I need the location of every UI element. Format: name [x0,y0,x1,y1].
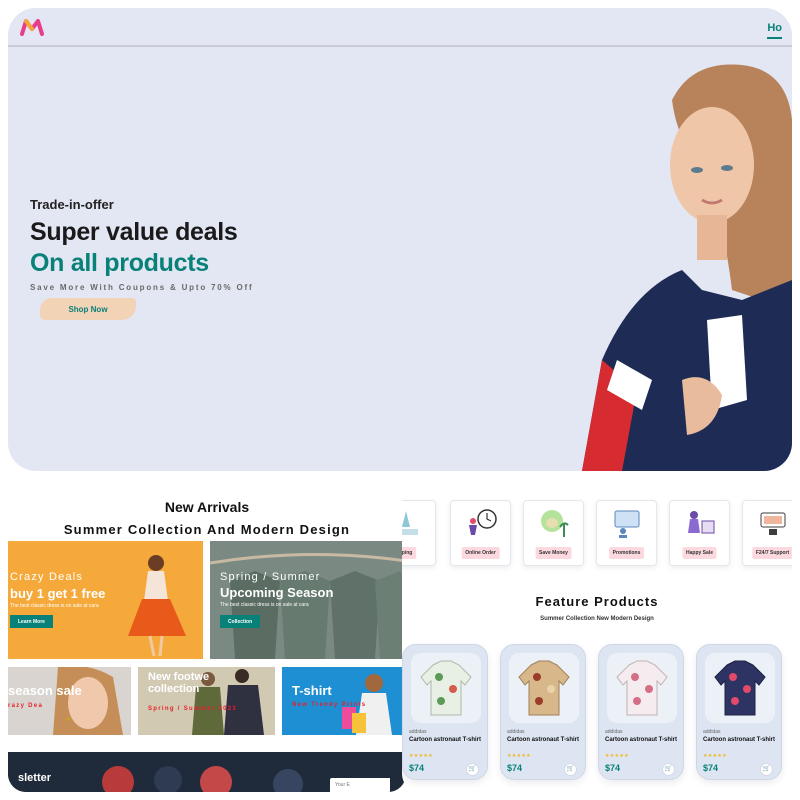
feature-free-shipping: pping [402,500,436,566]
hero-headline-accent: On all products [30,249,209,277]
shirt-image [518,660,570,716]
product-price: $74 [605,763,621,773]
happy-sale-icon [688,511,715,534]
promotions-icon [614,510,640,538]
hero-section: Ho Trade-in-offer Super value deals On a… [8,8,792,471]
product-name[interactable]: Cartoon astronaut T-shirt [703,736,779,744]
feature-label: pping [402,547,417,559]
feature-label: Happy Sale [682,547,717,559]
new-arrivals-section: New Arrivals Summer Collection And Moder… [8,484,406,792]
feature-promotions: Promotions [596,500,657,566]
rating-stars-icon: ★★★★★ [703,753,727,759]
cart-icon[interactable]: 🛒 [466,763,479,776]
product-price: $74 [703,763,719,773]
product-image [607,653,677,723]
hero-model-image [582,64,792,471]
banner-red-text: razy Dea [8,703,44,709]
promo-banner-crazy-deals[interactable]: Crazy Deals buy 1 get 1 free The best cl… [8,541,203,659]
hero-headline: Super value deals [30,218,238,246]
shirt-image [714,660,766,716]
learn-more-button[interactable]: Learn More [10,615,53,628]
banner-tiny-text: The best classic dress is on sale at car… [220,602,309,608]
newsletter-title: sletter [18,772,52,784]
banner-big-text: New footwe collection [148,671,210,695]
feature-products-subtitle: Summer Collection New Modern Design [540,616,654,622]
shop-now-button[interactable]: Shop Now [40,298,136,320]
product-brand: addidas [605,729,623,735]
cart-icon[interactable]: 🛒 [662,763,675,776]
product-name[interactable]: Cartoon astronaut T-shirt [409,736,485,744]
top-navbar: Ho [8,8,792,47]
feature-online-order: Online Order [450,500,511,566]
product-brand: addidas [507,729,525,735]
cart-icon[interactable]: 🛒 [564,763,577,776]
feature-products-title: Feature Products [535,594,659,609]
collection-button[interactable]: Collection [220,615,261,628]
banner-tiny-text: The best classic dress is on sale at car… [10,603,99,609]
product-price: $74 [507,763,523,773]
banner-big-text: T-shirt [292,683,332,698]
shirt-image [616,660,668,716]
support-icon [760,512,786,535]
product-image [705,653,775,723]
feature-save-money: Save Money [523,500,584,566]
promo-banner-upcoming-season[interactable]: Spring / Summer Upcoming Season The best… [210,541,406,659]
feature-label: F24/7 Support [751,547,792,559]
rating-stars-icon: ★★★★★ [409,753,433,759]
product-card[interactable]: addidas Cartoon astronaut T-shirt ★★★★★ … [598,644,684,780]
banner-woman-image [8,667,131,735]
product-name[interactable]: Cartoon astronaut T-shirt [507,736,583,744]
hero-subline: Save More With Coupons & Upto 70% Off [30,283,254,292]
shirt-image [420,660,472,716]
feature-label: Save Money [535,547,572,559]
hero-kicker: Trade-in-offer [30,197,114,212]
banner-small-text: Crazy Deals [10,571,84,583]
feature-happy-sale: Happy Sale [669,500,730,566]
product-card[interactable]: addidas Cartoon astronaut T-shirt ★★★★★ … [696,644,782,780]
banner-shopper-image [282,667,406,735]
newsletter-email-input[interactable] [330,778,390,792]
feature-label: Online Order [461,547,500,559]
rating-stars-icon: ★★★★★ [507,753,531,759]
new-arrivals-subtitle: Summer Collection And Modern Design [63,522,351,537]
free-shipping-icon [402,511,418,535]
product-name[interactable]: Cartoon astronaut T-shirt [605,736,681,744]
product-brand: addidas [409,729,427,735]
product-price: $74 [409,763,425,773]
feature-support: F24/7 Support [742,500,792,566]
banner-big-text: season sale [8,683,82,698]
promo-banner-season-sale[interactable]: season sale razy Dea [8,667,131,735]
brand-logo[interactable] [20,18,44,36]
banner-big-text: Upcoming Season [220,585,334,600]
save-money-icon [541,510,569,537]
new-arrivals-title: New Arrivals [164,499,250,515]
banner-big-text: buy 1 get 1 free [10,586,106,601]
product-image [509,653,579,723]
banner-red-text: New Trendy Prints [292,702,367,708]
rating-stars-icon: ★★★★★ [605,753,629,759]
banner-red-text: Spring / Summer 2023 [148,706,238,712]
cart-icon[interactable]: 🛒 [760,763,773,776]
promo-banner-tshirt[interactable]: T-shirt New Trendy Prints [282,667,406,735]
banner-small-text: Spring / Summer [220,571,321,583]
banner-tshirts-image [210,541,406,659]
nav-home-link[interactable]: Ho [767,22,782,39]
product-card[interactable]: addidas Cartoon astronaut T-shirt ★★★★★ … [402,644,488,780]
product-brand: addidas [703,729,721,735]
newsletter-section: sletter [8,752,406,792]
product-card[interactable]: addidas Cartoon astronaut T-shirt ★★★★★ … [500,644,586,780]
promo-banner-footwear[interactable]: New footwe collection Spring / Summer 20… [138,667,275,735]
features-section: pping Online Order Save Money Promotions… [402,484,792,792]
feature-label: Promotions [608,547,645,559]
product-image [411,653,481,723]
online-order-icon [469,509,497,535]
